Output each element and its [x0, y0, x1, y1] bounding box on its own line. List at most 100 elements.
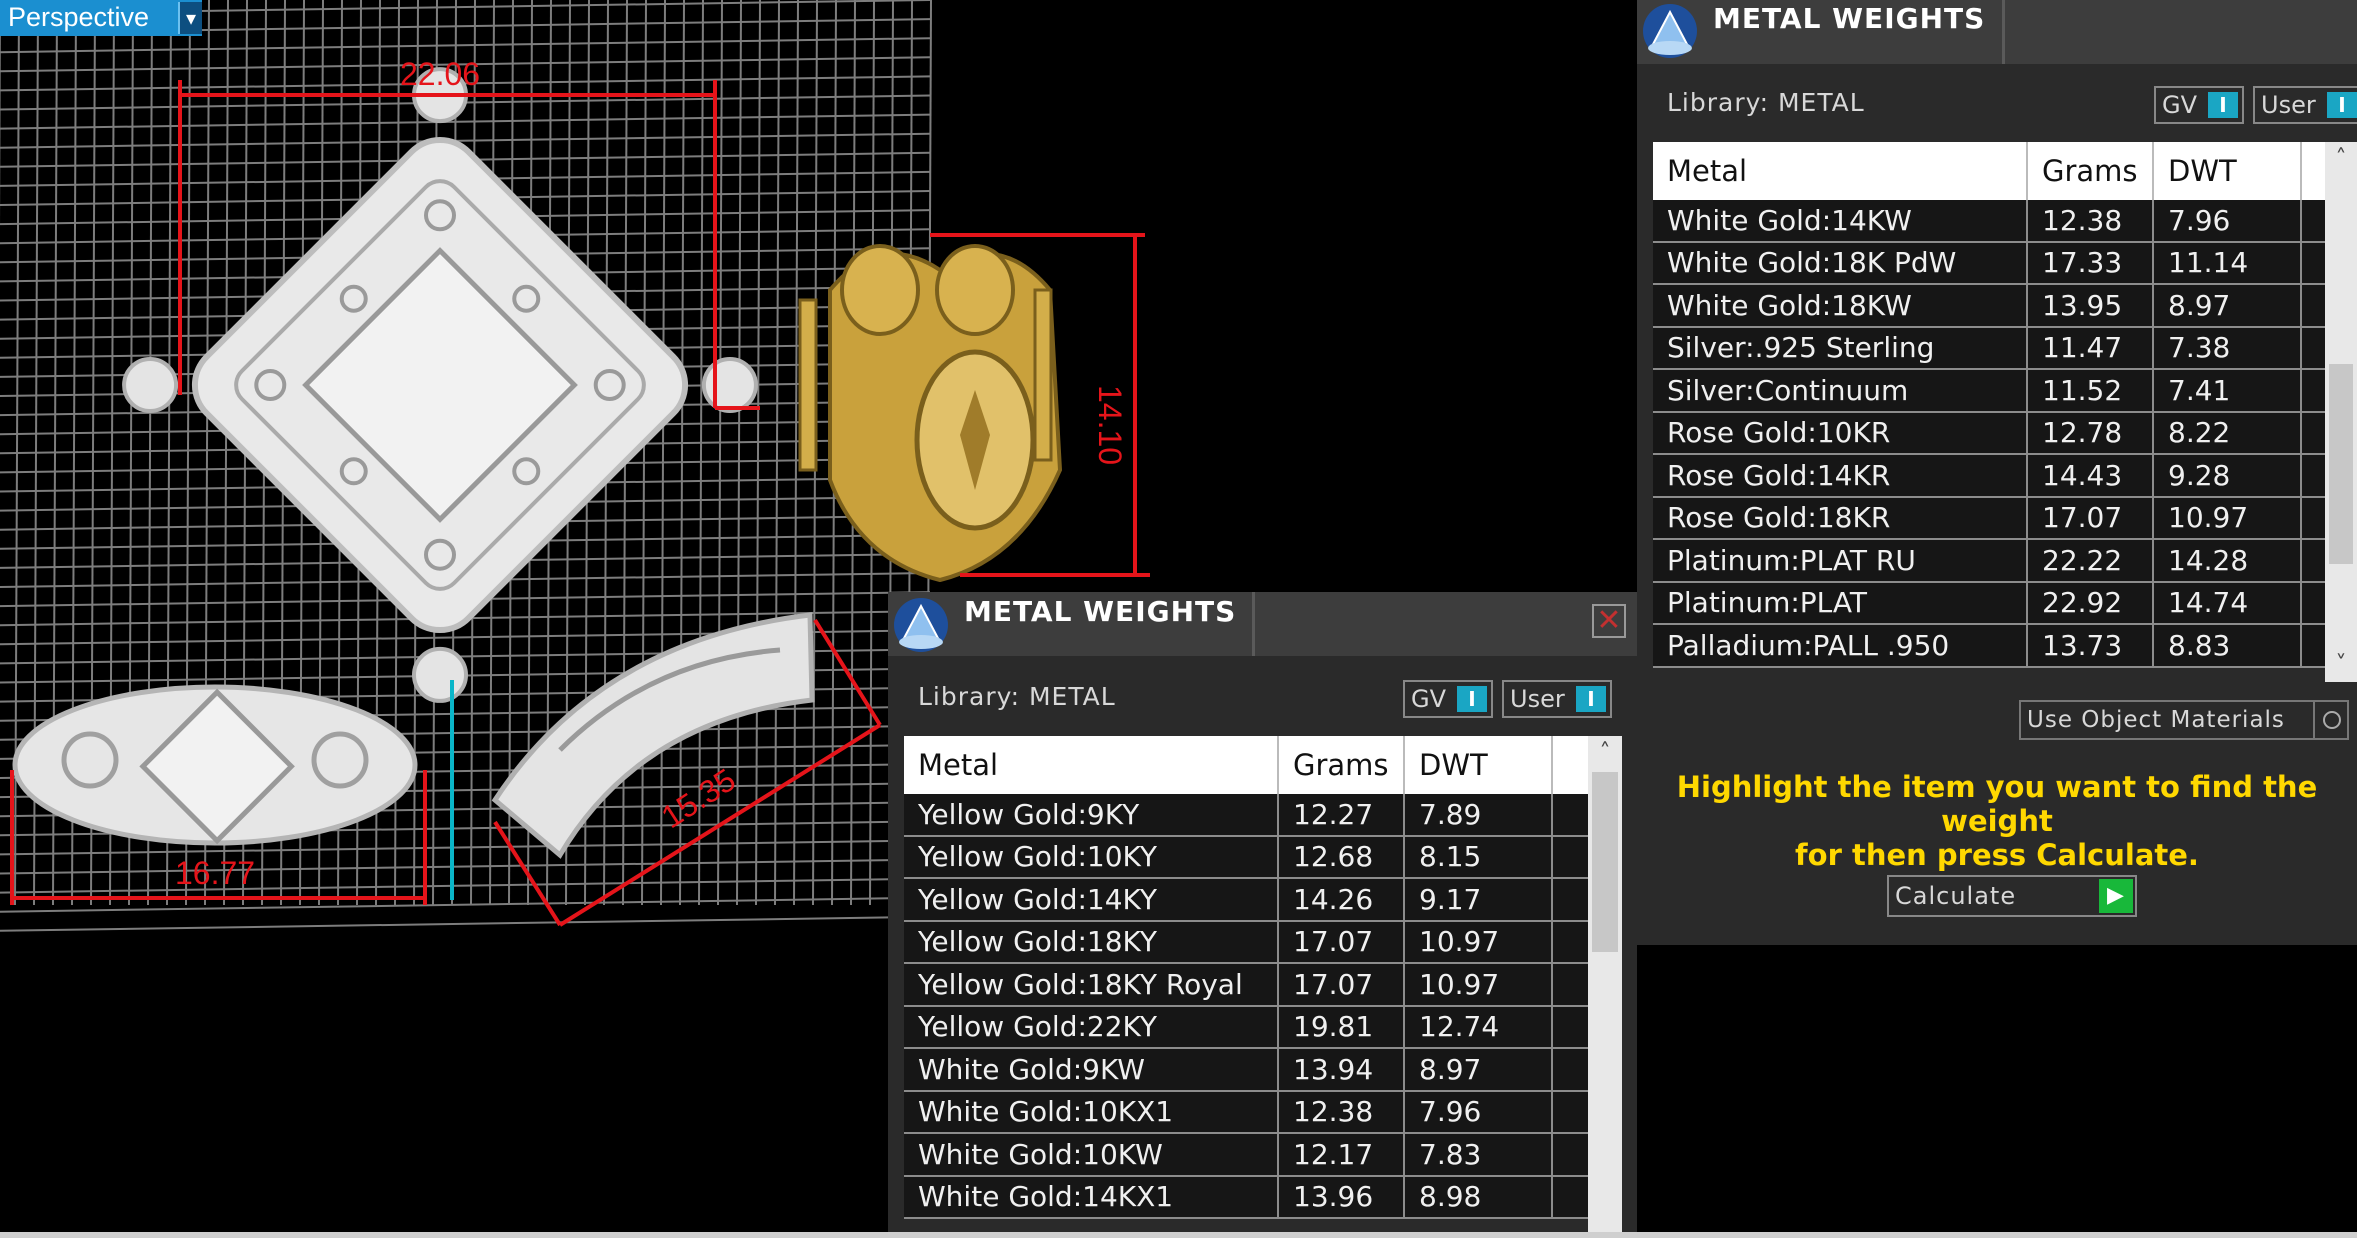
- column-header-metal[interactable]: Metal: [904, 736, 1279, 794]
- metal-name-cell[interactable]: White Gold:14KW: [1653, 200, 2028, 243]
- metal-table-viewport[interactable]: Metal Grams DWT White Gold:14KW 12.38 7.96…: [1653, 142, 2339, 682]
- table-row[interactable]: Rose Gold:18KR 17.07 10.97: [1653, 496, 2339, 540]
- dwt-cell[interactable]: 12.74: [1404, 1005, 1553, 1049]
- grams-cell[interactable]: 14.26: [1278, 878, 1405, 922]
- table-row[interactable]: Yellow Gold:18KY 17.07 10.97: [904, 920, 1590, 964]
- dwt-cell[interactable]: 10.97: [1404, 963, 1553, 1007]
- metal-name-cell[interactable]: White Gold:9KW: [904, 1048, 1279, 1092]
- table-row[interactable]: Yellow Gold:22KY 19.81 12.74: [904, 1005, 1590, 1049]
- grams-cell[interactable]: 11.52: [2027, 369, 2154, 413]
- curved-band-model[interactable]: [491, 612, 815, 859]
- grams-cell[interactable]: 12.78: [2027, 411, 2154, 455]
- dwt-cell[interactable]: 10.97: [1404, 920, 1553, 964]
- table-scrollbar[interactable]: ˄: [1588, 736, 1622, 1238]
- table-row[interactable]: Rose Gold:10KR 12.78 8.22: [1653, 411, 2339, 455]
- metal-name-cell[interactable]: White Gold:18K PdW: [1653, 241, 2028, 285]
- metal-name-cell[interactable]: Yellow Gold:14KY: [904, 878, 1279, 922]
- dwt-cell[interactable]: 8.97: [2153, 284, 2302, 328]
- table-row[interactable]: White Gold:18K PdW 17.33 11.14: [1653, 241, 2339, 285]
- table-row[interactable]: Platinum:PLAT 22.92 14.74: [1653, 581, 2339, 625]
- grams-cell[interactable]: 13.95: [2027, 284, 2154, 328]
- dwt-cell[interactable]: 7.41: [2153, 369, 2302, 413]
- metal-name-cell[interactable]: Silver:.925 Sterling: [1653, 326, 2028, 370]
- table-row[interactable]: White Gold:18KW 13.95 8.97: [1653, 284, 2339, 328]
- table-row[interactable]: White Gold:14KX1 13.96 8.98: [904, 1175, 1590, 1219]
- table-scrollbar[interactable]: ˄ ˅: [2325, 142, 2357, 682]
- grams-cell[interactable]: 14.43: [2027, 454, 2154, 498]
- table-row[interactable]: Yellow Gold:10KY 12.68 8.15: [904, 835, 1590, 879]
- metal-name-cell[interactable]: White Gold:18KW: [1653, 284, 2028, 328]
- table-row[interactable]: Yellow Gold:9KY 12.27 7.89: [904, 794, 1590, 837]
- grams-cell[interactable]: 22.22: [2027, 539, 2154, 583]
- dwt-cell[interactable]: 8.97: [1404, 1048, 1553, 1092]
- dwt-cell[interactable]: 9.17: [1404, 878, 1553, 922]
- grams-cell[interactable]: 12.17: [1278, 1133, 1405, 1177]
- grams-cell[interactable]: 12.38: [1278, 1090, 1405, 1134]
- metal-name-cell[interactable]: Rose Gold:14KR: [1653, 454, 2028, 498]
- column-header-metal[interactable]: Metal: [1653, 142, 2028, 200]
- metal-name-cell[interactable]: Silver:Continuum: [1653, 369, 2028, 413]
- metal-name-cell[interactable]: Yellow Gold:18KY Royal: [904, 963, 1279, 1007]
- dwt-cell[interactable]: 8.98: [1404, 1175, 1553, 1219]
- table-row[interactable]: Yellow Gold:18KY Royal 17.07 10.97: [904, 963, 1590, 1007]
- grams-cell[interactable]: 12.68: [1278, 835, 1405, 879]
- gv-toggle[interactable]: GV I: [1403, 680, 1493, 718]
- dwt-cell[interactable]: 9.28: [2153, 454, 2302, 498]
- gold-warrior-pendant-model[interactable]: [798, 244, 1063, 583]
- grams-cell[interactable]: 19.81: [1278, 1005, 1405, 1049]
- grams-cell[interactable]: 17.07: [1278, 920, 1405, 964]
- dwt-cell[interactable]: 14.74: [2153, 581, 2302, 625]
- metal-name-cell[interactable]: Yellow Gold:10KY: [904, 835, 1279, 879]
- radio-icon[interactable]: [2313, 702, 2347, 738]
- close-icon[interactable]: ✕: [1592, 604, 1626, 638]
- metal-name-cell[interactable]: Yellow Gold:9KY: [904, 794, 1279, 837]
- viewport-dropdown-icon[interactable]: ▾: [178, 2, 202, 34]
- metal-name-cell[interactable]: Platinum:PLAT RU: [1653, 539, 2028, 583]
- dwt-cell[interactable]: 7.96: [1404, 1090, 1553, 1134]
- column-header-dwt[interactable]: DWT: [1404, 736, 1553, 794]
- metal-table-viewport[interactable]: Metal Grams DWT Yellow Gold:9KY 12.27 7.89…: [904, 736, 1590, 1238]
- viewport-label[interactable]: Perspective: [0, 0, 202, 36]
- metal-name-cell[interactable]: White Gold:14KX1: [904, 1175, 1279, 1219]
- dwt-cell[interactable]: 11.14: [2153, 241, 2302, 285]
- table-row[interactable]: White Gold:14KW 12.38 7.96: [1653, 200, 2339, 243]
- table-row[interactable]: Silver:Continuum 11.52 7.41: [1653, 369, 2339, 413]
- metal-name-cell[interactable]: Platinum:PLAT: [1653, 581, 2028, 625]
- metal-name-cell[interactable]: Yellow Gold:18KY: [904, 920, 1279, 964]
- grams-cell[interactable]: 17.07: [1278, 963, 1405, 1007]
- table-row[interactable]: Palladium:PALL .950 13.73 8.83: [1653, 624, 2339, 668]
- grams-cell[interactable]: 17.33: [2027, 241, 2154, 285]
- ornate-bar-model[interactable]: [12, 684, 418, 846]
- table-row[interactable]: White Gold:10KW 12.17 7.83: [904, 1133, 1590, 1177]
- dwt-cell[interactable]: 14.28: [2153, 539, 2302, 583]
- dwt-cell[interactable]: 8.15: [1404, 835, 1553, 879]
- scroll-thumb[interactable]: [2329, 364, 2353, 564]
- table-row[interactable]: White Gold:9KW 13.94 8.97: [904, 1048, 1590, 1092]
- grams-cell[interactable]: 11.47: [2027, 326, 2154, 370]
- dwt-cell[interactable]: 7.83: [1404, 1133, 1553, 1177]
- user-toggle[interactable]: User I: [2253, 86, 2357, 124]
- dwt-cell[interactable]: 7.38: [2153, 326, 2302, 370]
- table-row[interactable]: Yellow Gold:14KY 14.26 9.17: [904, 878, 1590, 922]
- column-header-dwt[interactable]: DWT: [2153, 142, 2302, 200]
- column-header-grams[interactable]: Grams: [1278, 736, 1405, 794]
- metal-name-cell[interactable]: White Gold:10KX1: [904, 1090, 1279, 1134]
- dwt-cell[interactable]: 10.97: [2153, 496, 2302, 540]
- dwt-cell[interactable]: 8.83: [2153, 624, 2302, 668]
- dwt-cell[interactable]: 7.96: [2153, 200, 2302, 243]
- grams-cell[interactable]: 17.07: [2027, 496, 2154, 540]
- table-row[interactable]: Rose Gold:14KR 14.43 9.28: [1653, 454, 2339, 498]
- grams-cell[interactable]: 22.92: [2027, 581, 2154, 625]
- grams-cell[interactable]: 13.94: [1278, 1048, 1405, 1092]
- use-object-materials-option[interactable]: Use Object Materials: [2019, 700, 2349, 740]
- metal-name-cell[interactable]: Rose Gold:18KR: [1653, 496, 2028, 540]
- dwt-cell[interactable]: 7.89: [1404, 794, 1553, 837]
- dwt-cell[interactable]: 8.22: [2153, 411, 2302, 455]
- metal-name-cell[interactable]: Yellow Gold:22KY: [904, 1005, 1279, 1049]
- table-row[interactable]: White Gold:10KX1 12.38 7.96: [904, 1090, 1590, 1134]
- grams-cell[interactable]: 12.27: [1278, 794, 1405, 837]
- metal-name-cell[interactable]: White Gold:10KW: [904, 1133, 1279, 1177]
- scroll-thumb[interactable]: [1592, 772, 1618, 952]
- table-row[interactable]: Platinum:PLAT RU 22.22 14.28: [1653, 539, 2339, 583]
- user-toggle[interactable]: User I: [1502, 680, 1612, 718]
